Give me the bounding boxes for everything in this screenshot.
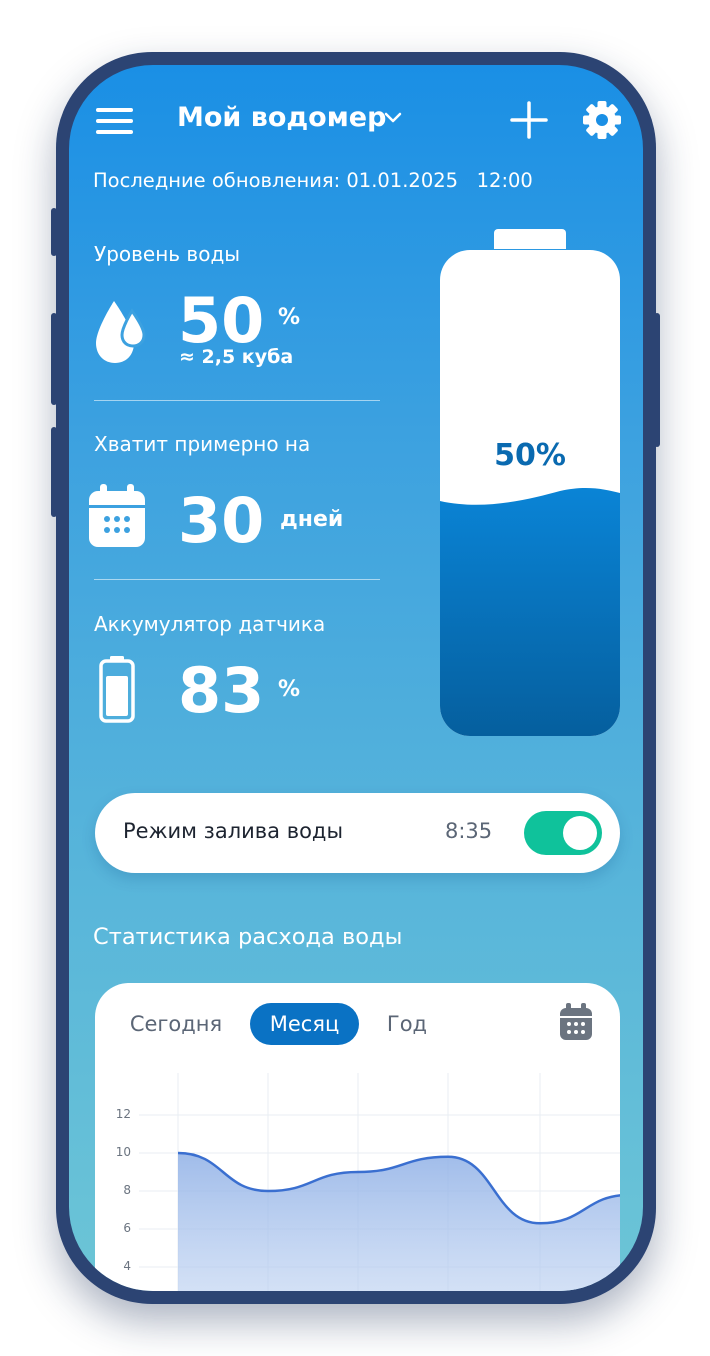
water-level-label: Уровень воды [94, 242, 241, 266]
app-screen: Мой водомер Последние обновления: 01.01.… [69, 65, 643, 1291]
last-update-text: Последние обновления: 01.01.2025 12:00 [93, 169, 533, 192]
side-button-volume-down [51, 427, 57, 517]
tab-today[interactable]: Сегодня [119, 1003, 233, 1045]
tab-year[interactable]: Год [378, 1003, 436, 1045]
app-title[interactable]: Мой водомер [177, 101, 386, 135]
gear-icon[interactable] [582, 100, 622, 140]
water-level-unit: % [278, 305, 301, 330]
tank-cap [494, 229, 566, 249]
chart-plot [139, 1073, 620, 1291]
side-button-volume-up [51, 313, 57, 405]
menu-icon[interactable] [96, 108, 133, 134]
plus-icon[interactable] [510, 101, 548, 139]
water-drops-icon [96, 301, 146, 363]
days-left-value: 30 [178, 484, 265, 557]
water-tank: 50% [440, 250, 620, 736]
side-button-mute [51, 208, 57, 256]
fill-mode-time[interactable]: 8:35 [445, 819, 492, 843]
tank-level-label: 50% [494, 438, 566, 473]
fill-mode-label: Режим залива воды [123, 819, 344, 843]
water-volume-text: ≈ 2,5 куба [179, 346, 294, 368]
stats-title: Статистика расхода воды [93, 924, 403, 950]
battery-icon [99, 656, 135, 723]
side-button-power [654, 313, 660, 447]
days-left-unit: дней [280, 507, 344, 532]
stats-card: Сегодня Месяц Год 12108642 [95, 983, 620, 1291]
water-level-value: 50 [178, 284, 265, 357]
sensor-battery-unit: % [278, 677, 301, 702]
tank-water-fill [440, 487, 620, 736]
calendar-icon[interactable] [559, 1003, 593, 1041]
tab-month[interactable]: Месяц [250, 1003, 359, 1045]
days-left-label: Хватит примерно на [94, 432, 311, 456]
divider [94, 400, 380, 401]
toggle-knob [563, 816, 597, 850]
sensor-battery-label: Аккумулятор датчика [94, 612, 326, 636]
chevron-down-icon[interactable] [384, 111, 402, 125]
fill-mode-toggle[interactable] [524, 811, 602, 855]
usage-chart: 12108642 [95, 1073, 620, 1291]
sensor-battery-value: 83 [178, 654, 265, 727]
calendar-icon [89, 484, 145, 547]
fill-mode-card: Режим залива воды 8:35 [95, 793, 620, 873]
divider [94, 579, 380, 580]
